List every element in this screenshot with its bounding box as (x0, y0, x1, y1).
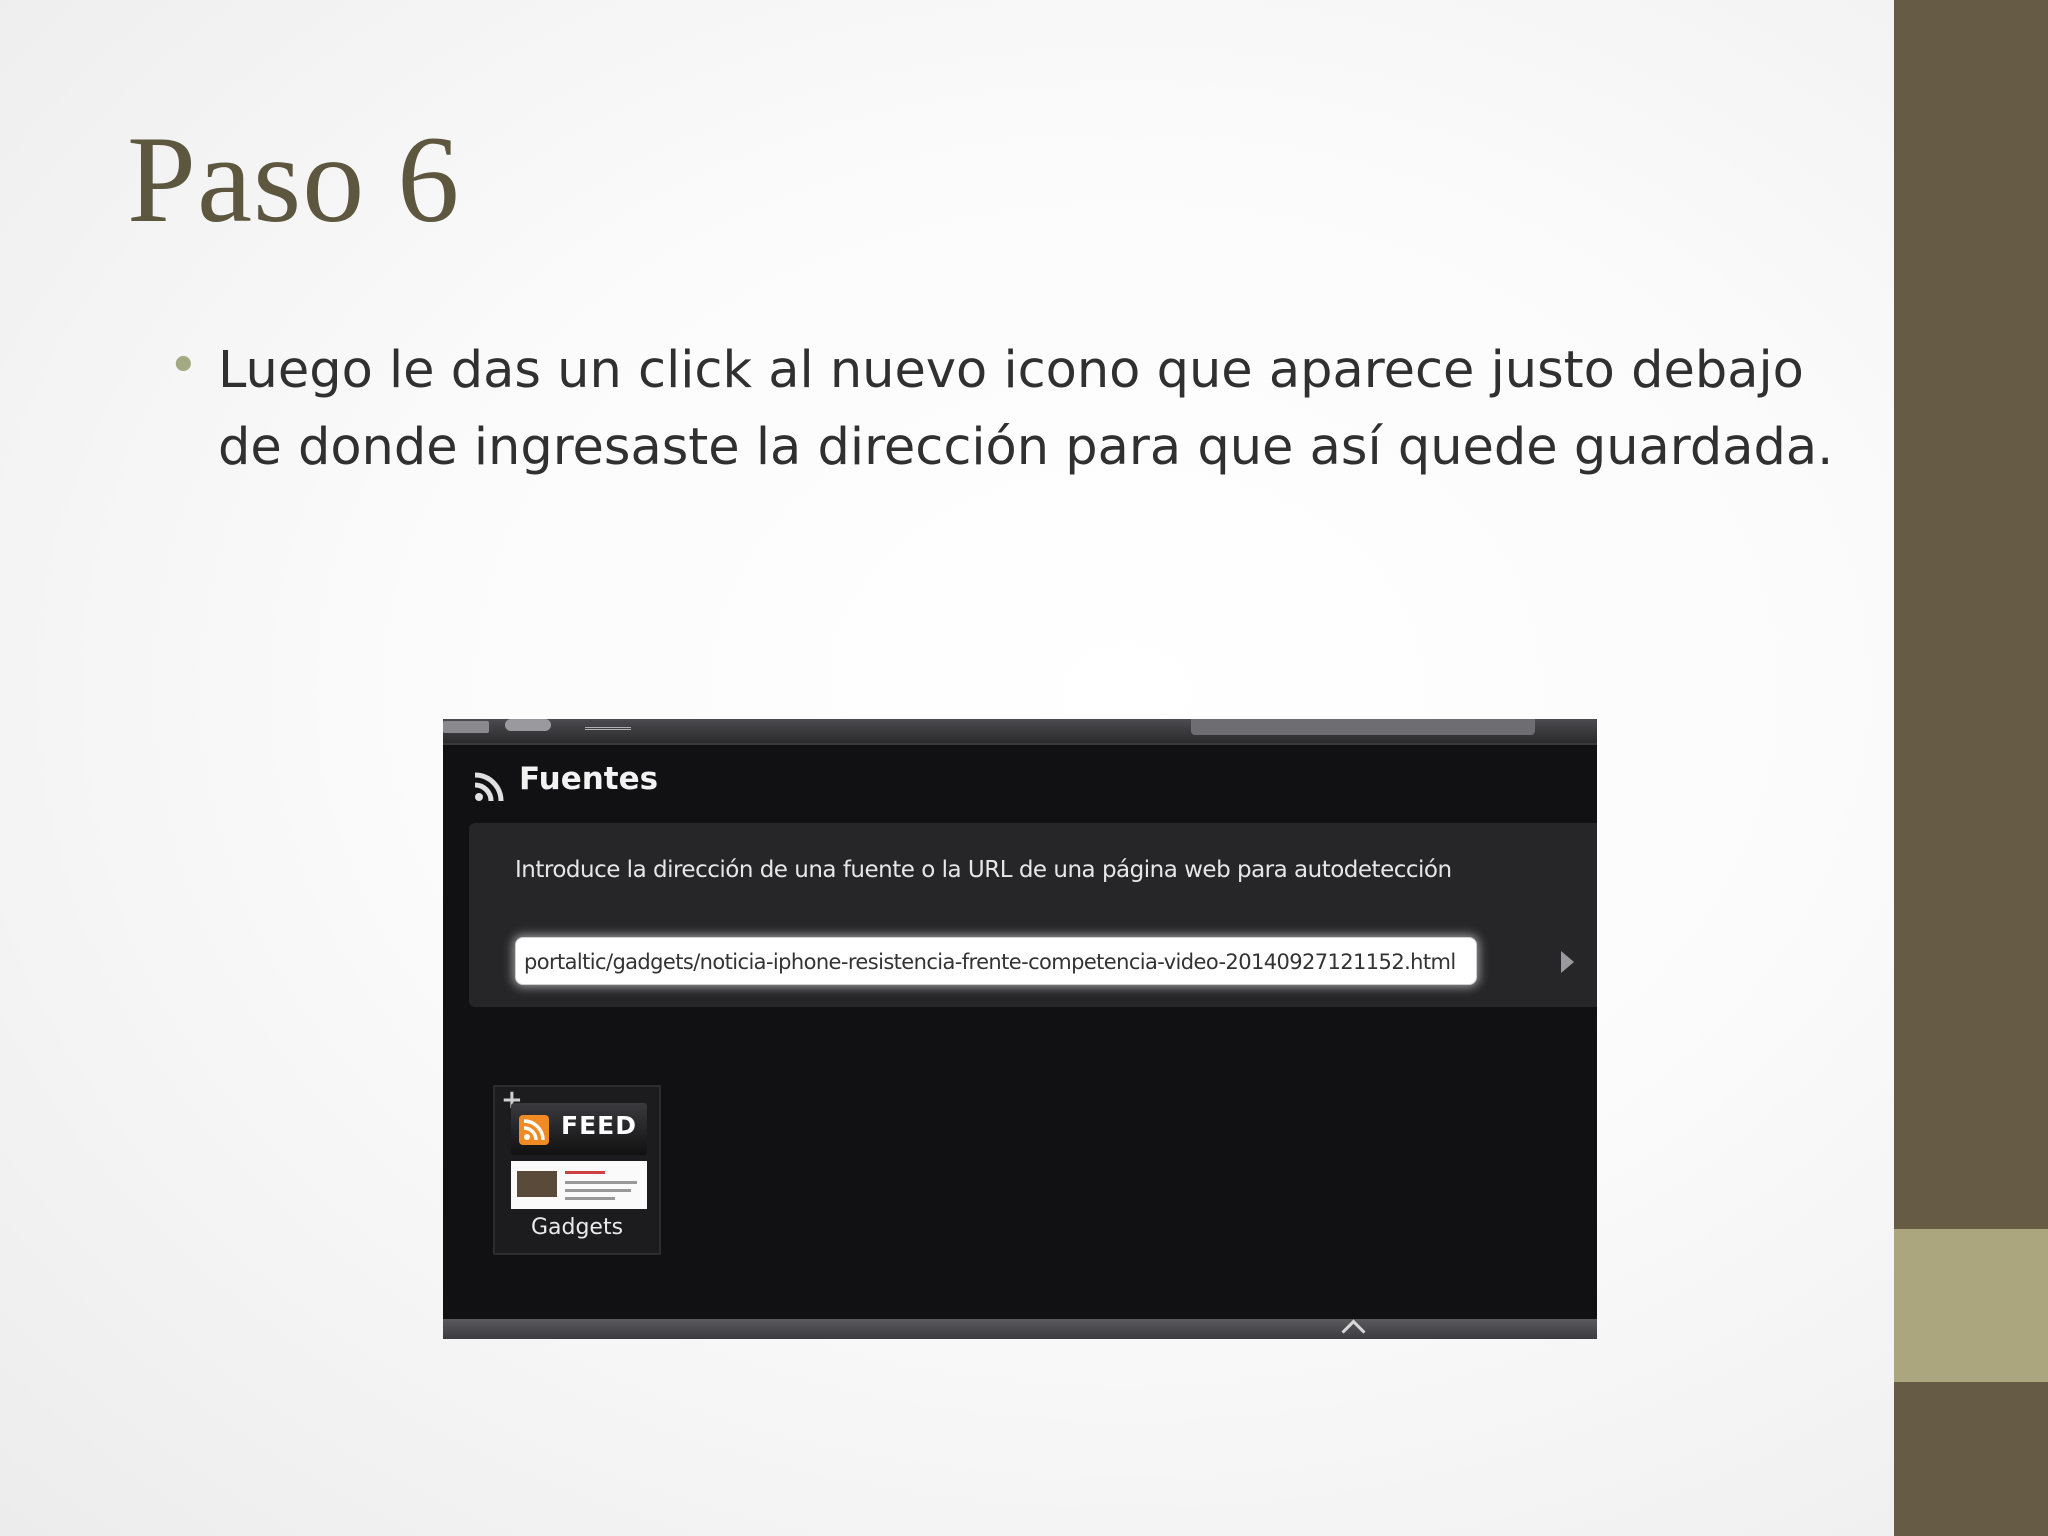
thumbnail-line (565, 1181, 637, 1184)
feed-tile-gadgets[interactable]: + FEED Gadgets (493, 1085, 661, 1255)
url-input[interactable]: portaltic/gadgets/noticia-iphone-resiste… (515, 937, 1477, 985)
search-input[interactable] (1191, 719, 1535, 735)
toggle-switch[interactable] (505, 719, 551, 731)
feed-rss-icon (519, 1115, 549, 1145)
side-accent (1894, 1229, 2048, 1382)
add-feed-panel: Introduce la dirección de una fuente o l… (469, 823, 1597, 1007)
feed-thumbnail (511, 1161, 647, 1209)
thumbnail-line (565, 1189, 631, 1192)
url-prompt: Introduce la dirección de una fuente o l… (515, 857, 1452, 883)
screenshot: Fuentes Introduce la dirección de una fu… (443, 719, 1597, 1339)
bullet-dot: • (168, 336, 199, 396)
slide-title: Paso 6 (127, 111, 461, 248)
bullet-item: • Luego le das un click al nuevo icono q… (168, 332, 1848, 486)
feed-tile-label: Gadgets (530, 1215, 624, 1240)
thumbnail-image (517, 1171, 557, 1197)
play-arrow-icon[interactable] (1561, 951, 1574, 973)
rss-icon (474, 772, 504, 802)
section-title: Fuentes (519, 761, 659, 797)
bottom-bar (443, 1319, 1597, 1339)
menu-icon[interactable] (585, 719, 631, 730)
bullet-text: Luego le das un click al nuevo icono que… (218, 341, 1834, 477)
grid-icon[interactable] (443, 721, 489, 733)
thumbnail-line (565, 1197, 615, 1200)
toolbar-strip (443, 719, 1597, 745)
thumbnail-line (565, 1171, 605, 1174)
feed-badge: FEED (511, 1103, 647, 1155)
feed-badge-label: FEED (561, 1111, 637, 1140)
